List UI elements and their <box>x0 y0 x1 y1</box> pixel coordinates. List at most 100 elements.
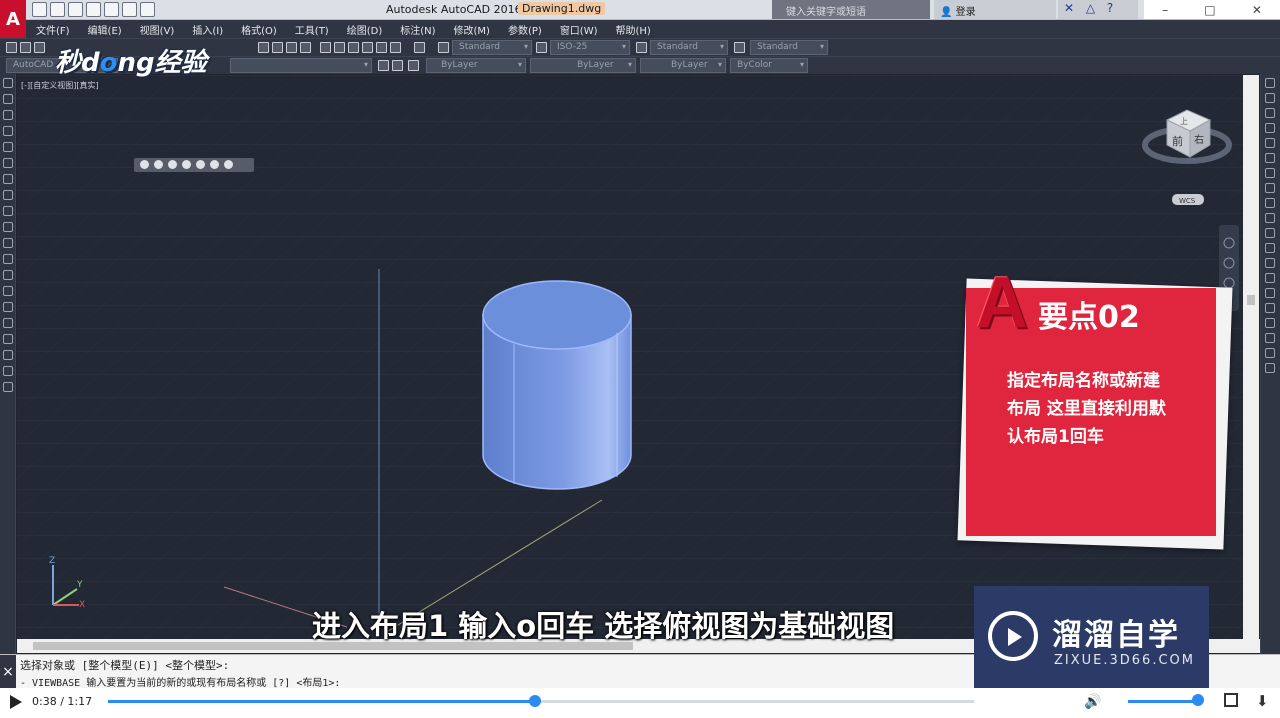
chamfer-icon[interactable] <box>1265 273 1275 283</box>
scale-icon[interactable] <box>1265 183 1275 193</box>
new-icon[interactable] <box>6 42 17 53</box>
markup-icon[interactable] <box>376 42 387 53</box>
spline-icon[interactable] <box>3 206 13 216</box>
linetype-select[interactable]: ByLayer <box>530 58 636 73</box>
command-input-line[interactable]: - VIEWBASE 输入要置为当前的新的或现有布局名称或 [?] <布局1>: <box>20 674 340 689</box>
menu-modify[interactable]: 修改(M) <box>454 22 490 37</box>
table-style-select[interactable]: Standard <box>650 40 728 55</box>
save-icon[interactable] <box>68 2 83 17</box>
region-icon[interactable] <box>3 334 13 344</box>
polygon-icon[interactable] <box>3 126 13 136</box>
fillet-icon[interactable] <box>1265 288 1275 298</box>
copy-icon[interactable] <box>1265 93 1275 103</box>
design-center-icon[interactable] <box>334 42 345 53</box>
ellipse-arc-icon[interactable] <box>3 238 13 248</box>
volume-icon[interactable]: 🔊 <box>1084 694 1101 710</box>
minimize-icon[interactable]: – <box>1162 3 1168 17</box>
view-right-icon[interactable] <box>182 160 191 169</box>
search-input[interactable]: 键入关键字或短语 <box>772 0 930 19</box>
layer-state-icon[interactable] <box>408 60 419 71</box>
viewcube-right-label[interactable]: 右 <box>1194 133 1204 146</box>
point-icon[interactable] <box>3 286 13 296</box>
app-logo[interactable]: A <box>0 0 26 38</box>
revision-cloud-icon[interactable] <box>3 190 13 200</box>
dim-angular-icon[interactable] <box>1265 363 1275 373</box>
view-left-icon[interactable] <box>168 160 177 169</box>
rotate-icon[interactable] <box>1265 168 1275 178</box>
play-icon[interactable] <box>10 695 22 709</box>
menu-help[interactable]: 帮助(H) <box>616 22 651 37</box>
command-close-icon[interactable]: × <box>0 655 16 689</box>
multileader-style-select[interactable]: Standard <box>750 40 828 55</box>
vertical-scrollbar[interactable] <box>1243 75 1259 639</box>
rectangle-icon[interactable] <box>3 142 13 152</box>
progress-handle[interactable] <box>529 695 542 707</box>
ellipse-icon[interactable] <box>3 222 13 232</box>
circle-icon[interactable] <box>3 174 13 184</box>
multiline-text-icon[interactable] <box>3 366 13 376</box>
construction-line-icon[interactable] <box>3 94 13 104</box>
zoom-realtime-icon[interactable] <box>272 42 283 53</box>
close-icon[interactable]: ✕ <box>1252 3 1262 17</box>
plot-style-select[interactable]: ByColor <box>730 58 808 73</box>
color-select[interactable]: ByLayer <box>426 58 526 73</box>
mirror-icon[interactable] <box>1265 108 1275 118</box>
zoom-window-icon[interactable] <box>286 42 297 53</box>
join-icon[interactable] <box>1265 258 1275 268</box>
array-icon[interactable] <box>1265 138 1275 148</box>
menu-view[interactable]: 视图(V) <box>140 22 175 37</box>
view-back-icon[interactable] <box>210 160 219 169</box>
open-icon[interactable] <box>20 42 31 53</box>
save-icon[interactable] <box>34 42 45 53</box>
volume-slider[interactable] <box>1128 700 1198 703</box>
menu-tools[interactable]: 工具(T) <box>295 22 329 37</box>
properties-icon[interactable] <box>320 42 331 53</box>
exchange-apps[interactable]: ✕ △ ? <box>1058 0 1138 19</box>
menu-dimension[interactable]: 标注(N) <box>400 22 435 37</box>
table-icon[interactable] <box>3 350 13 360</box>
menu-window[interactable]: 窗口(W) <box>560 22 598 37</box>
viewport-controls-label[interactable]: [-][自定义视图][真实] <box>21 80 99 91</box>
view-bottom-icon[interactable] <box>154 160 163 169</box>
undo-icon[interactable] <box>122 2 137 17</box>
progress-bar[interactable] <box>108 695 974 707</box>
hatch-icon[interactable] <box>3 302 13 312</box>
redo-icon[interactable] <box>140 2 155 17</box>
erase-icon[interactable] <box>1265 78 1275 88</box>
explode-icon[interactable] <box>1265 303 1275 313</box>
sheet-set-icon[interactable] <box>362 42 373 53</box>
vertical-scroll-thumb[interactable] <box>1247 295 1255 305</box>
lineweight-select[interactable]: ByLayer <box>640 58 726 73</box>
line-tool-icon[interactable] <box>3 78 13 88</box>
dim-aligned-icon[interactable] <box>1265 333 1275 343</box>
sign-in-button[interactable]: 👤 登录 <box>934 0 1056 19</box>
download-icon[interactable]: ⬇ <box>1256 692 1269 710</box>
menu-insert[interactable]: 插入(I) <box>192 22 223 37</box>
quickcalc-icon[interactable] <box>390 42 401 53</box>
move-icon[interactable] <box>1265 153 1275 163</box>
pan-icon[interactable] <box>258 42 269 53</box>
polyline-icon[interactable] <box>3 110 13 120</box>
dim-radius-icon[interactable] <box>1265 348 1275 358</box>
menu-draw[interactable]: 绘图(D) <box>347 22 383 37</box>
tool-palettes-icon[interactable] <box>348 42 359 53</box>
layer-previous-icon[interactable] <box>392 60 403 71</box>
menu-format[interactable]: 格式(O) <box>241 22 277 37</box>
new-file-icon[interactable] <box>32 2 47 17</box>
volume-handle[interactable] <box>1192 694 1204 706</box>
extend-icon[interactable] <box>1265 228 1275 238</box>
make-block-icon[interactable] <box>3 270 13 280</box>
menu-parametric[interactable]: 参数(P) <box>508 22 542 37</box>
break-icon[interactable] <box>1265 243 1275 253</box>
view-top-icon[interactable] <box>140 160 149 169</box>
menu-edit[interactable]: 编辑(E) <box>88 22 122 37</box>
open-file-icon[interactable] <box>50 2 65 17</box>
menu-file[interactable]: 文件(F) <box>36 22 70 37</box>
offset-icon[interactable] <box>1265 123 1275 133</box>
insert-block-icon[interactable] <box>3 254 13 264</box>
stretch-icon[interactable] <box>1265 198 1275 208</box>
dim-style-select[interactable]: ISO-25 <box>550 40 630 55</box>
layer-select[interactable] <box>230 58 372 73</box>
arc-icon[interactable] <box>3 158 13 168</box>
maximize-icon[interactable]: □ <box>1204 3 1215 17</box>
